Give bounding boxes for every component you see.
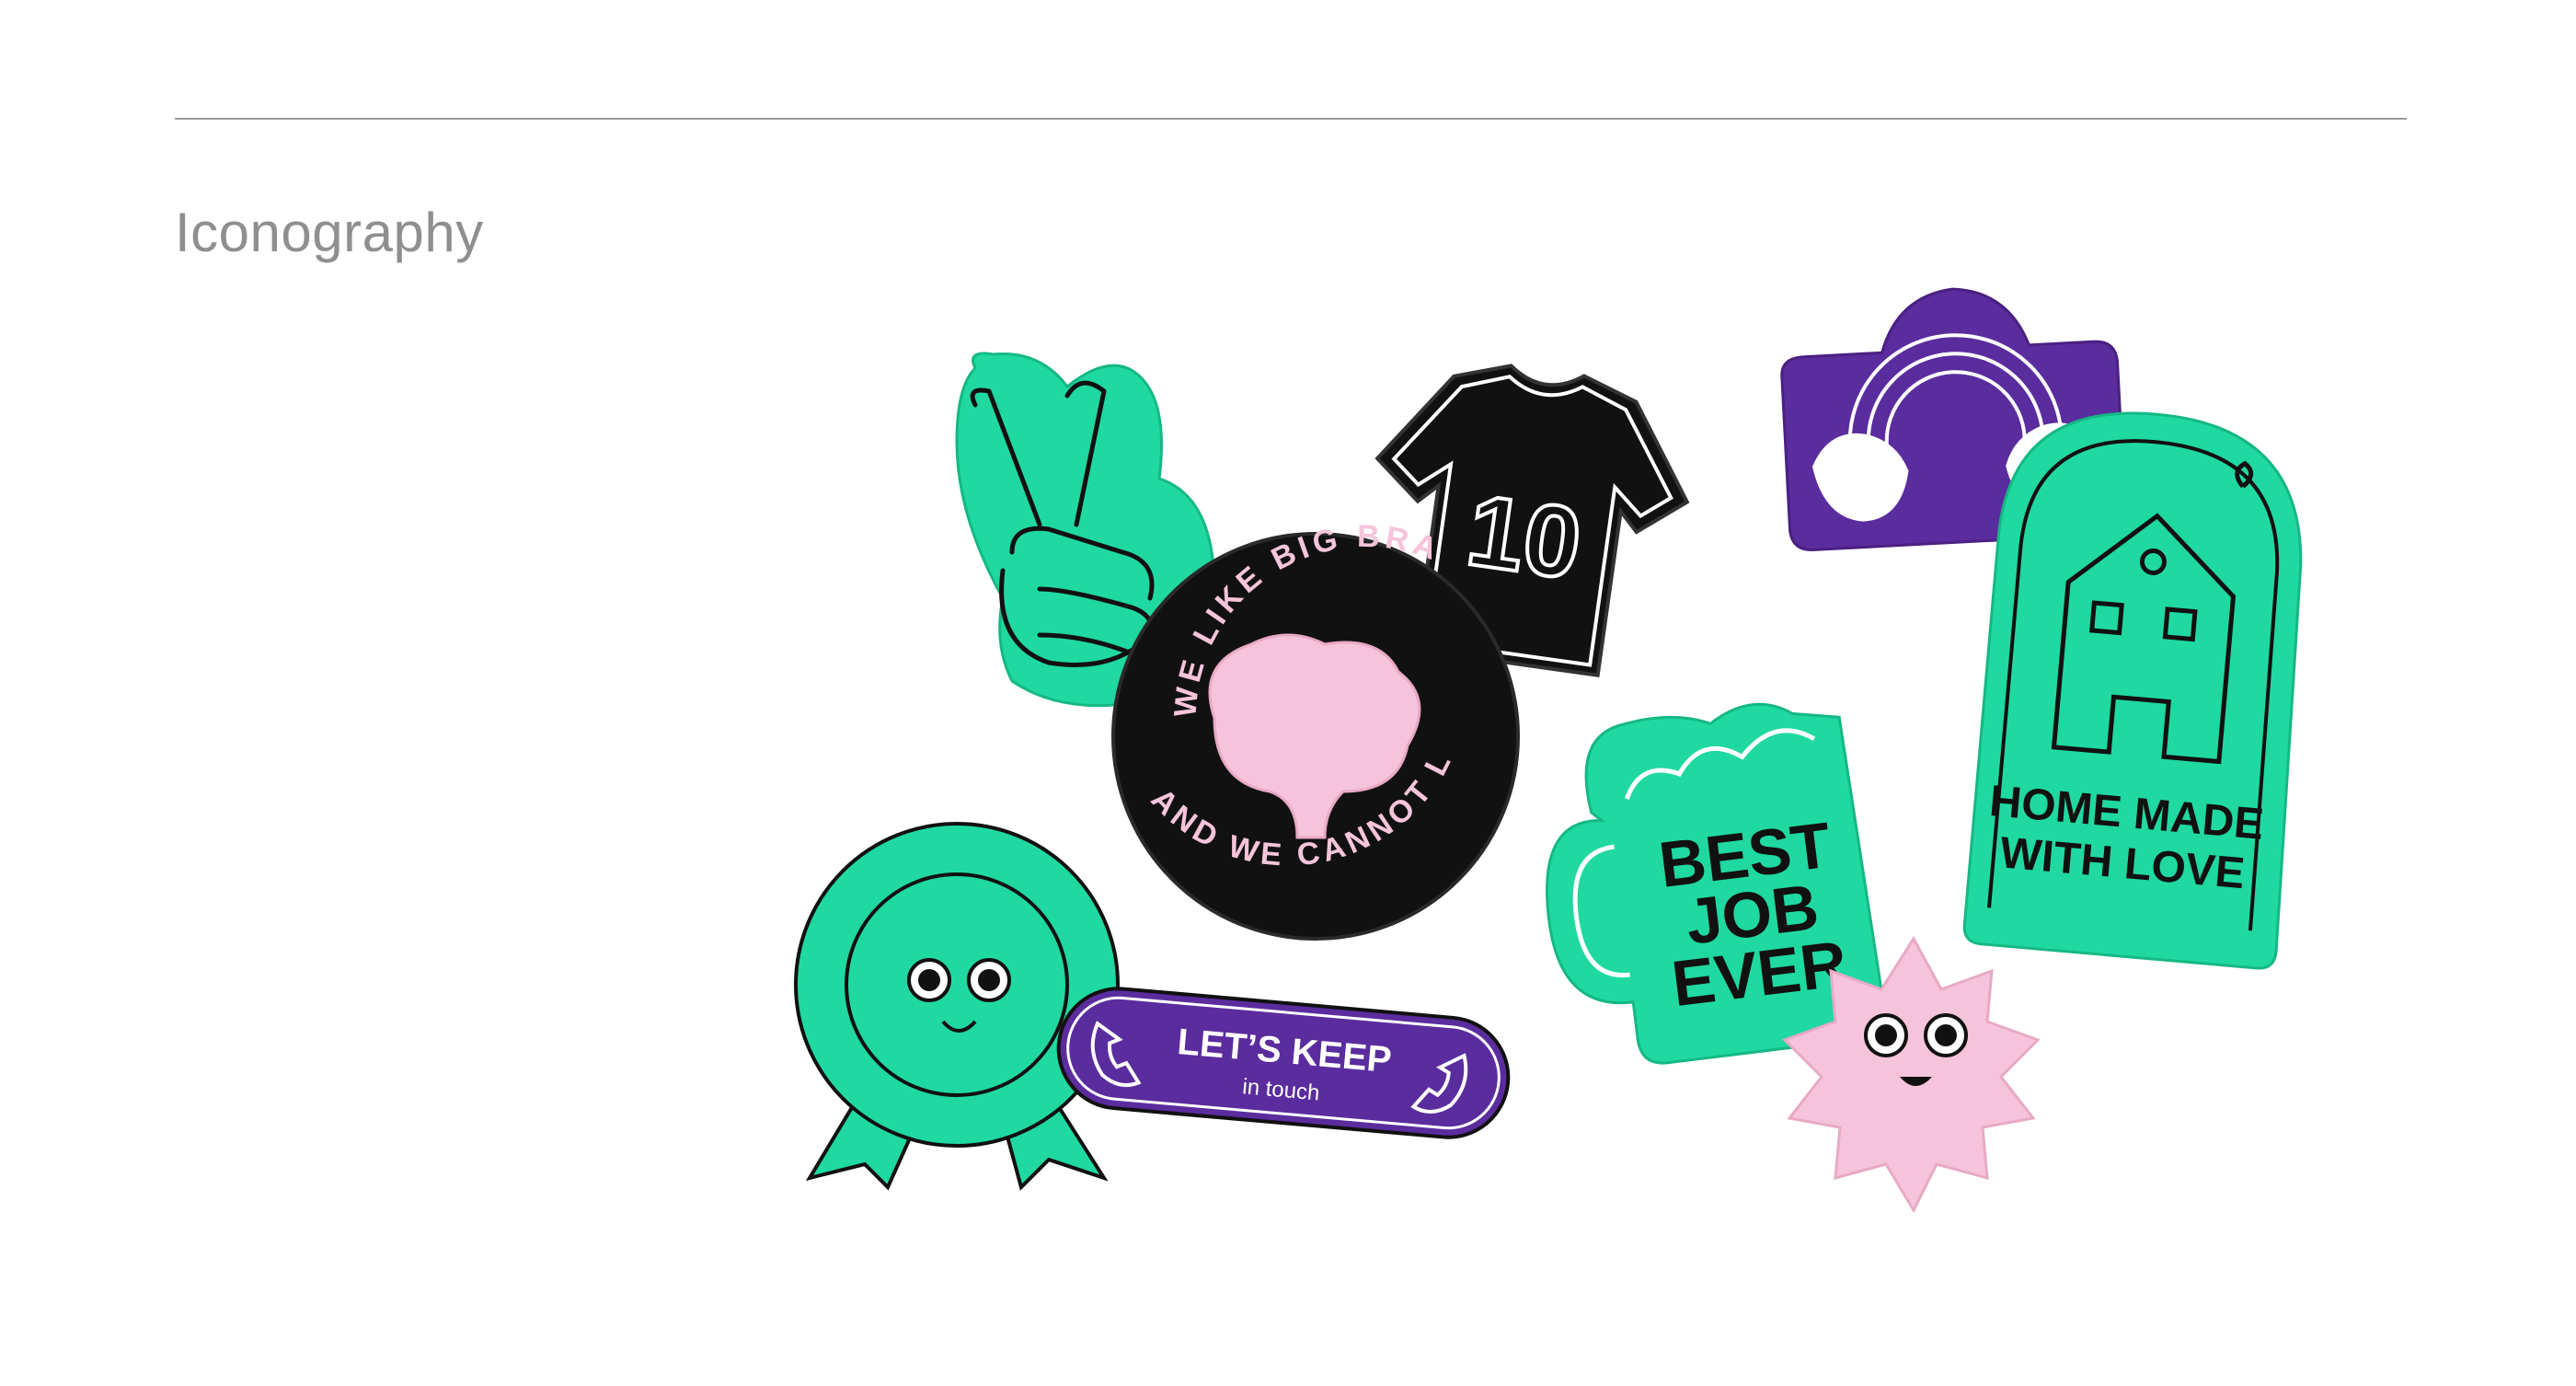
- sticker-collage: 10 WE LIKE BIG BRAINS AND WE CANNOT LIE: [0, 0, 2303, 1214]
- phone-pill-sticker: LET’S KEEP in touch: [1056, 987, 1511, 1139]
- svg-text:WE LIKE BIG BRAINS: WE LIKE BIG BRAINS: [0, 0, 1446, 719]
- brain-sticker: WE LIKE BIG BRAINS AND WE CANNOT LIE: [0, 0, 1520, 941]
- jersey-number: 10: [1461, 473, 1588, 601]
- rosette-sticker: [794, 822, 1120, 1191]
- mug-sticker: BEST JOB EVER: [1545, 702, 1886, 1065]
- home-sticker: HOME MADE WITH LOVE: [1962, 411, 2303, 970]
- brain-top-text: WE LIKE BIG BRAINS: [0, 0, 1442, 719]
